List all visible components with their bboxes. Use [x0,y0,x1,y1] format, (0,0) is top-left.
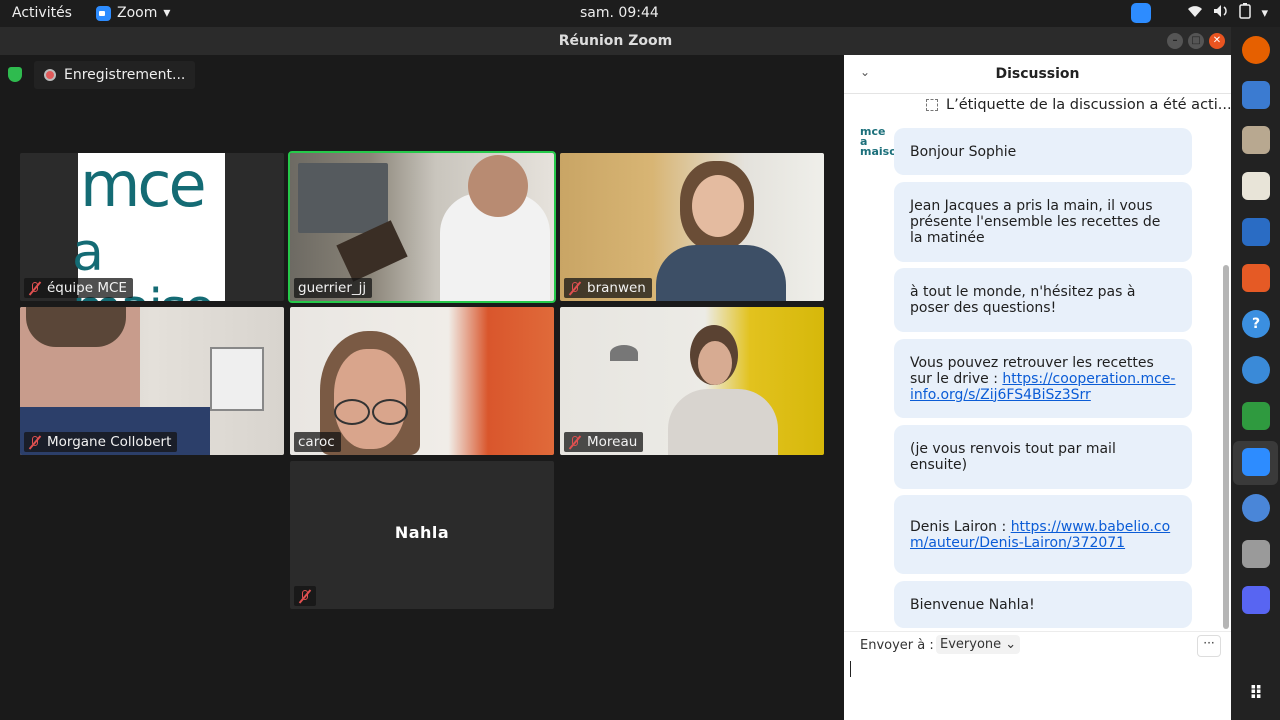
chat-message[interactable]: à tout le monde, n'hésitez pas à poser d… [894,268,1192,332]
chat-message[interactable]: Jean Jacques a pris la main, il vous pré… [894,182,1192,262]
participant-name: Nahla [394,523,450,542]
chat-message[interactable]: Vous pouvez retrouver les recettes sur l… [894,339,1192,418]
chat-scrollbar[interactable] [1222,121,1230,631]
writer-icon[interactable] [1242,218,1270,246]
scrollbar-thumb[interactable] [1223,265,1229,629]
participant-name: équipe MCE [47,280,127,296]
video-gallery: Enregistrement... mce a maiso équipe MCE… [0,55,844,720]
window-title-bar[interactable]: Réunion Zoom – □ ✕ [0,27,1231,55]
participant-name: Moreau [587,434,638,450]
recipient-select[interactable]: Everyone ⌄ [936,635,1021,654]
chat-input[interactable] [850,661,851,677]
application-dock: ? ⠿ [1231,27,1280,720]
system-tray[interactable]: ▾ [1131,3,1268,23]
chat-message[interactable]: (je vous renvois tout par mail ensuite) [894,425,1192,489]
window-title: Réunion Zoom [558,33,673,49]
clock[interactable]: sam. 09:44 [580,5,659,21]
chevron-down-icon: ⌄ [1005,637,1017,652]
mic-muted-icon [298,589,312,603]
thunderbird-icon[interactable] [1242,81,1270,109]
label-icon [926,99,938,111]
message-text: Denis Lairon : https://www.babelio.com/a… [910,519,1176,551]
message-text: Bonjour Sophie [910,143,1017,160]
chat-message-list[interactable]: mce a maiso Bonjour Sophie Jean Jacques … [844,121,1220,631]
calc-icon[interactable] [1242,402,1270,430]
video-tile-moreau[interactable]: Moreau [560,307,824,455]
help-icon[interactable]: ? [1242,310,1270,338]
chat-panel: ⌄ Discussion L’étiquette de la discussio… [844,55,1232,720]
message-text: (je vous renvois tout par mail ensuite) [910,441,1116,473]
participant-name: caroc [298,434,335,450]
more-options-button[interactable]: ··· [1197,635,1221,657]
chevron-down-icon[interactable]: ▾ [1261,6,1268,21]
battery-icon[interactable] [1239,3,1252,23]
video-tile-equipe-mce[interactable]: mce a maiso équipe MCE [20,153,284,301]
send-to-label: Envoyer à : [860,638,934,653]
window-controls: – □ ✕ [1167,33,1225,49]
record-icon [44,69,56,81]
discord-icon[interactable] [1242,586,1270,614]
activities-button[interactable]: Activités [12,5,72,21]
close-button[interactable]: ✕ [1209,33,1225,49]
video-tile-guerrier-jj[interactable]: guerrier_jj [288,151,556,303]
shield-icon[interactable] [8,67,22,82]
recording-label: Enregistrement... [64,67,186,83]
sender-avatar: mce a maiso [860,125,897,158]
files-icon[interactable] [1242,126,1270,154]
participant-name-tag: équipe MCE [24,278,133,298]
video-tile-morgane-collobert[interactable]: Morgane Collobert [20,307,284,455]
mic-muted-icon [28,435,42,449]
chat-message[interactable]: Bienvenue Nahla! [894,581,1192,628]
participant-name: Morgane Collobert [47,434,172,450]
send-to-row: Envoyer à : Everyone ⌄ ··· [844,631,1231,662]
firefox-icon[interactable] [1242,36,1270,64]
message-text: Vous pouvez retrouver les recettes sur l… [910,355,1176,403]
zoom-tray-icon[interactable] [1131,3,1152,23]
zoom-icon [96,5,111,21]
mic-muted-icon [568,281,582,295]
participant-name-tag [294,586,316,606]
participant-name: guerrier_jj [298,280,367,296]
chat-title: Discussion [995,66,1080,82]
video-tile-branwen[interactable]: branwen [560,153,824,301]
software-center-icon[interactable] [1242,264,1270,292]
message-text-prefix: Denis Lairon : [910,518,1011,535]
participant-name-tag: caroc [294,432,341,452]
video-tile-nahla[interactable]: Nahla [290,461,554,609]
maximize-button[interactable]: □ [1188,33,1204,49]
minimize-button[interactable]: – [1167,33,1183,49]
message-text: Jean Jacques a pris la main, il vous pré… [910,198,1161,246]
mic-muted-icon [28,281,42,295]
app-menu[interactable]: Zoom ▾ [96,5,170,21]
chat-notice[interactable]: L’étiquette de la discussion a été acti.… [844,93,1232,119]
mic-muted-icon [568,435,582,449]
participant-name-tag: guerrier_jj [294,278,373,298]
recording-badge[interactable]: Enregistrement... [34,61,196,89]
zoom-icon[interactable] [1242,448,1270,476]
chevron-down-icon: ▾ [163,5,171,21]
app-name: Zoom [117,5,158,21]
system-top-bar: Activités Zoom ▾ sam. 09:44 ▾ [0,0,1280,27]
participant-name-tag: Moreau [564,432,644,452]
chat-notice-text: L’étiquette de la discussion a été acti.… [946,97,1232,113]
chromium-icon[interactable] [1242,494,1270,522]
wifi-icon[interactable] [1187,4,1203,22]
show-apps-icon[interactable]: ⠿ [1242,679,1270,707]
video-tile-caroc[interactable]: caroc [290,307,554,455]
signal-icon[interactable] [1242,356,1270,384]
chat-message[interactable]: Bonjour Sophie [894,128,1192,175]
participant-name-tag: Morgane Collobert [24,432,178,452]
recipient-value: Everyone [940,637,1002,652]
chat-header: ⌄ Discussion [844,55,1231,94]
participant-name: branwen [587,280,646,296]
message-text: Bienvenue Nahla! [910,596,1035,613]
message-text: à tout le monde, n'hésitez pas à poser d… [910,284,1136,316]
participant-name-tag: branwen [564,278,652,298]
volume-icon[interactable] [1213,4,1229,22]
rhythmbox-icon[interactable] [1242,172,1270,200]
camera-icon[interactable] [1242,540,1270,568]
chat-message[interactable]: Denis Lairon : https://www.babelio.com/a… [894,495,1192,574]
